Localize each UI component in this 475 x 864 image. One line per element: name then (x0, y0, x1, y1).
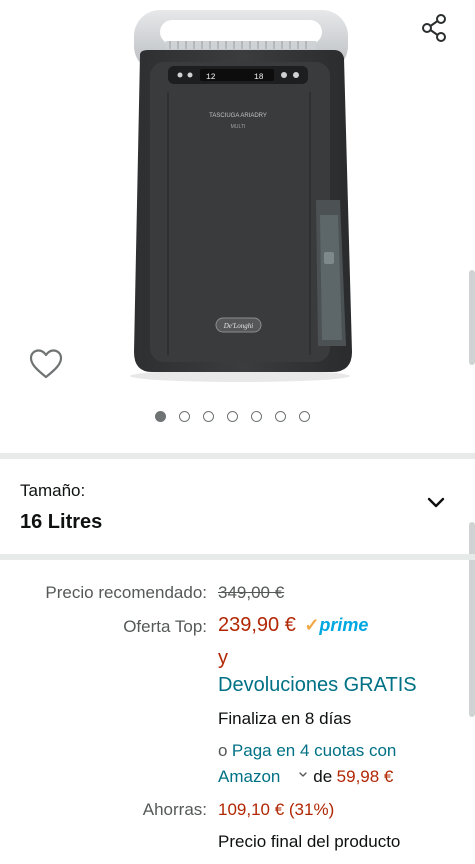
free-returns-link[interactable]: Devoluciones GRATIS (218, 674, 417, 697)
final-price-text: Precio final del producto (218, 832, 401, 851)
size-label: Tamaño: (20, 481, 86, 500)
pagination-dot[interactable] (299, 411, 310, 422)
savings-label: Ahorras: (142, 800, 207, 819)
scrollbar-thumb[interactable] (469, 270, 475, 365)
and-text: y (218, 647, 228, 669)
model-label: TASCIUGA ARIADRY (209, 113, 267, 119)
prime-badge[interactable]: ✓prime (304, 615, 369, 635)
size-value: 16 Litres (20, 511, 103, 533)
pagination-dot[interactable] (203, 411, 214, 422)
prime-label: prime (319, 615, 369, 635)
model-sublabel: MULTI (231, 124, 246, 130)
product-image[interactable]: 12 18 TASCIUGA ARIADRY MULTI De'Longhi (0, 0, 475, 455)
deal-ends-text: Finaliza en 8 días (218, 709, 352, 728)
installments-line-2: Amazon de 59,98 € (218, 767, 393, 787)
image-pagination (155, 411, 310, 422)
installments-link-amazon[interactable]: Amazon (218, 767, 280, 786)
deal-price-label: Oferta Top: (123, 617, 207, 636)
installments-line-1: o Paga en 4 cuotas con (218, 741, 396, 761)
share-icon (422, 14, 446, 42)
pagination-dot[interactable] (179, 411, 190, 422)
add-to-list-button[interactable] (26, 345, 66, 385)
panel-readout-right: 18 (254, 73, 264, 82)
chevron-down-icon[interactable] (424, 490, 448, 514)
prime-check-icon: ✓ (304, 615, 320, 635)
chevron-down-small-icon[interactable] (297, 770, 309, 780)
deal-price-value: 239,90 € (218, 614, 296, 636)
pagination-dot[interactable] (155, 411, 166, 422)
heart-icon (29, 349, 63, 379)
installments-amount: 59,98 € (336, 767, 394, 786)
pagination-dot[interactable] (275, 411, 286, 422)
installments-link[interactable]: Paga en 4 cuotas con (232, 741, 396, 760)
section-divider (0, 554, 475, 560)
panel-readout-left: 12 (206, 73, 216, 82)
brand-badge: De'Longhi (223, 322, 254, 330)
share-button[interactable] (416, 10, 452, 46)
list-price-label: Precio recomendado: (45, 583, 207, 602)
pagination-dot[interactable] (227, 411, 238, 422)
list-price-value: 349,00 € (218, 583, 285, 602)
scrollbar-thumb[interactable] (469, 522, 475, 717)
product-image-gallery[interactable]: 12 18 TASCIUGA ARIADRY MULTI De'Longhi (0, 0, 475, 455)
section-divider (0, 453, 475, 459)
savings-value: 109,10 € (31%) (218, 800, 335, 819)
installments-de: de (313, 767, 333, 786)
deal-price-row: 239,90 € ✓prime (218, 614, 368, 637)
installments-prefix: o (218, 741, 228, 760)
pagination-dot[interactable] (251, 411, 262, 422)
